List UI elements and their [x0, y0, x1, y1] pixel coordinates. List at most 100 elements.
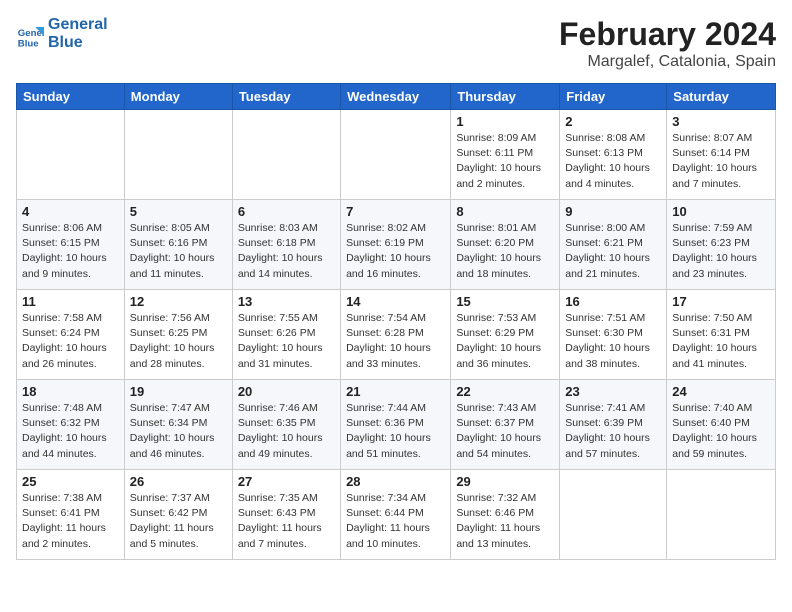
col-header-thursday: Thursday [451, 84, 560, 110]
calendar-cell [124, 110, 232, 200]
day-info: Sunrise: 7:58 AM Sunset: 6:24 PM Dayligh… [22, 311, 119, 372]
day-number: 23 [565, 384, 661, 399]
calendar-cell: 20Sunrise: 7:46 AM Sunset: 6:35 PM Dayli… [232, 380, 340, 470]
calendar-cell: 3 Sunrise: 8:07 AM Sunset: 6:14 PM Daylig… [667, 110, 776, 200]
day-info: Sunrise: 7:54 AM Sunset: 6:28 PM Dayligh… [346, 311, 445, 372]
day-number: 29 [456, 474, 554, 489]
day-number: 7 [346, 204, 445, 219]
day-number: 4 [22, 204, 119, 219]
day-info: Sunrise: 7:43 AM Sunset: 6:37 PM Dayligh… [456, 401, 554, 462]
day-info: Sunrise: 7:48 AM Sunset: 6:32 PM Dayligh… [22, 401, 119, 462]
day-number: 6 [238, 204, 335, 219]
col-header-sunday: Sunday [17, 84, 125, 110]
calendar-cell [560, 470, 667, 560]
day-info: Sunrise: 8:01 AM Sunset: 6:20 PM Dayligh… [456, 221, 554, 282]
day-info: Sunrise: 8:09 AM Sunset: 6:11 PM Dayligh… [456, 131, 554, 192]
day-number: 11 [22, 294, 119, 309]
day-number: 1 [456, 114, 554, 129]
calendar-week-1: 1 Sunrise: 8:09 AM Sunset: 6:11 PM Daylig… [17, 110, 776, 200]
day-info: Sunrise: 7:50 AM Sunset: 6:31 PM Dayligh… [672, 311, 770, 372]
col-header-monday: Monday [124, 84, 232, 110]
day-info: Sunrise: 7:34 AM Sunset: 6:44 PM Dayligh… [346, 491, 445, 552]
day-number: 14 [346, 294, 445, 309]
calendar-cell: 15Sunrise: 7:53 AM Sunset: 6:29 PM Dayli… [451, 290, 560, 380]
logo: General Blue General Blue [16, 16, 108, 51]
calendar-cell: 13Sunrise: 7:55 AM Sunset: 6:26 PM Dayli… [232, 290, 340, 380]
day-number: 28 [346, 474, 445, 489]
calendar-cell: 4 Sunrise: 8:06 AM Sunset: 6:15 PM Daylig… [17, 200, 125, 290]
calendar-cell: 9 Sunrise: 8:00 AM Sunset: 6:21 PM Daylig… [560, 200, 667, 290]
col-header-friday: Friday [560, 84, 667, 110]
day-info: Sunrise: 8:00 AM Sunset: 6:21 PM Dayligh… [565, 221, 661, 282]
calendar-cell: 5Sunrise: 8:05 AM Sunset: 6:16 PM Daylig… [124, 200, 232, 290]
logo-general: General [48, 16, 108, 34]
day-number: 18 [22, 384, 119, 399]
day-number: 10 [672, 204, 770, 219]
day-number: 3 [672, 114, 770, 129]
day-number: 19 [130, 384, 227, 399]
calendar-week-2: 4 Sunrise: 8:06 AM Sunset: 6:15 PM Daylig… [17, 200, 776, 290]
calendar-cell: 14 Sunrise: 7:54 AM Sunset: 6:28 PM Dayli… [341, 290, 451, 380]
day-info: Sunrise: 8:06 AM Sunset: 6:15 PM Dayligh… [22, 221, 119, 282]
day-info: Sunrise: 7:47 AM Sunset: 6:34 PM Dayligh… [130, 401, 227, 462]
calendar-cell: 25 Sunrise: 7:38 AM Sunset: 6:41 PM Dayli… [17, 470, 125, 560]
day-number: 24 [672, 384, 770, 399]
calendar-cell: 19 Sunrise: 7:47 AM Sunset: 6:34 PM Dayli… [124, 380, 232, 470]
calendar-cell: 29 Sunrise: 7:32 AM Sunset: 6:46 PM Dayli… [451, 470, 560, 560]
svg-text:Blue: Blue [18, 38, 39, 48]
calendar-week-5: 25 Sunrise: 7:38 AM Sunset: 6:41 PM Dayli… [17, 470, 776, 560]
day-info: Sunrise: 7:51 AM Sunset: 6:30 PM Dayligh… [565, 311, 661, 372]
day-number: 9 [565, 204, 661, 219]
day-number: 25 [22, 474, 119, 489]
calendar-cell: 21Sunrise: 7:44 AM Sunset: 6:36 PM Dayli… [341, 380, 451, 470]
day-number: 8 [456, 204, 554, 219]
calendar-cell: 18 Sunrise: 7:48 AM Sunset: 6:32 PM Dayli… [17, 380, 125, 470]
day-number: 20 [238, 384, 335, 399]
logo-blue: Blue [48, 34, 108, 52]
calendar-cell: 10 Sunrise: 7:59 AM Sunset: 6:23 PM Dayli… [667, 200, 776, 290]
day-info: Sunrise: 7:37 AM Sunset: 6:42 PM Dayligh… [130, 491, 227, 552]
day-info: Sunrise: 8:07 AM Sunset: 6:14 PM Dayligh… [672, 131, 770, 192]
calendar-cell: 12Sunrise: 7:56 AM Sunset: 6:25 PM Dayli… [124, 290, 232, 380]
day-number: 27 [238, 474, 335, 489]
month-title: February 2024 [559, 16, 776, 53]
calendar-table: SundayMondayTuesdayWednesdayThursdayFrid… [16, 83, 776, 560]
calendar-cell: 26 Sunrise: 7:37 AM Sunset: 6:42 PM Dayli… [124, 470, 232, 560]
day-info: Sunrise: 8:08 AM Sunset: 6:13 PM Dayligh… [565, 131, 661, 192]
day-number: 5 [130, 204, 227, 219]
day-info: Sunrise: 7:41 AM Sunset: 6:39 PM Dayligh… [565, 401, 661, 462]
calendar-cell: 7 Sunrise: 8:02 AM Sunset: 6:19 PM Daylig… [341, 200, 451, 290]
day-number: 22 [456, 384, 554, 399]
calendar-cell: 2 Sunrise: 8:08 AM Sunset: 6:13 PM Daylig… [560, 110, 667, 200]
day-number: 2 [565, 114, 661, 129]
day-number: 17 [672, 294, 770, 309]
day-info: Sunrise: 7:35 AM Sunset: 6:43 PM Dayligh… [238, 491, 335, 552]
day-info: Sunrise: 7:40 AM Sunset: 6:40 PM Dayligh… [672, 401, 770, 462]
day-number: 15 [456, 294, 554, 309]
calendar-cell: 16 Sunrise: 7:51 AM Sunset: 6:30 PM Dayli… [560, 290, 667, 380]
day-info: Sunrise: 7:38 AM Sunset: 6:41 PM Dayligh… [22, 491, 119, 552]
calendar-cell [17, 110, 125, 200]
day-number: 13 [238, 294, 335, 309]
calendar-week-3: 11 Sunrise: 7:58 AM Sunset: 6:24 PM Dayli… [17, 290, 776, 380]
col-header-wednesday: Wednesday [341, 84, 451, 110]
day-number: 21 [346, 384, 445, 399]
col-header-tuesday: Tuesday [232, 84, 340, 110]
title-block: February 2024 Margalef, Catalonia, Spain [559, 16, 776, 71]
day-info: Sunrise: 7:59 AM Sunset: 6:23 PM Dayligh… [672, 221, 770, 282]
calendar-cell [232, 110, 340, 200]
day-info: Sunrise: 8:02 AM Sunset: 6:19 PM Dayligh… [346, 221, 445, 282]
page-header: General Blue General Blue February 2024 … [16, 16, 776, 71]
calendar-cell: 23 Sunrise: 7:41 AM Sunset: 6:39 PM Dayli… [560, 380, 667, 470]
day-number: 16 [565, 294, 661, 309]
calendar-cell: 24 Sunrise: 7:40 AM Sunset: 6:40 PM Dayli… [667, 380, 776, 470]
logo-icon: General Blue [16, 20, 44, 48]
calendar-cell: 1 Sunrise: 8:09 AM Sunset: 6:11 PM Daylig… [451, 110, 560, 200]
day-number: 26 [130, 474, 227, 489]
location: Margalef, Catalonia, Spain [559, 53, 776, 71]
calendar-header-row: SundayMondayTuesdayWednesdayThursdayFrid… [17, 84, 776, 110]
calendar-cell: 11 Sunrise: 7:58 AM Sunset: 6:24 PM Dayli… [17, 290, 125, 380]
calendar-cell: 27 Sunrise: 7:35 AM Sunset: 6:43 PM Dayli… [232, 470, 340, 560]
calendar-cell [667, 470, 776, 560]
day-info: Sunrise: 7:32 AM Sunset: 6:46 PM Dayligh… [456, 491, 554, 552]
